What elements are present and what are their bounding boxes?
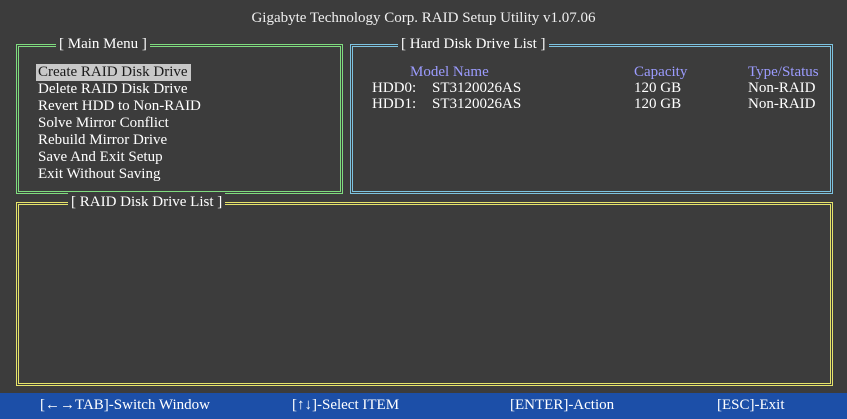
hint-exit: [ESC]-Exit — [717, 397, 785, 413]
menu-item-create-raid[interactable]: Create RAID Disk Drive — [36, 64, 191, 81]
raid-list-panel[interactable]: [ RAID Disk Drive List ] — [16, 193, 833, 386]
hdd-capacity: 120 GB — [634, 80, 682, 96]
hint-select-item: [↑↓]-Select ITEM — [292, 397, 400, 413]
menu-item-revert-hdd[interactable]: Revert HDD to Non-RAID — [36, 98, 204, 115]
hdd-list-legend: [ Hard Disk Drive List ] — [398, 35, 549, 53]
hdd-device: HDD1: — [372, 96, 417, 112]
hdd-model: ST3120026AS — [432, 96, 522, 112]
column-header-model: Model Name — [410, 64, 489, 80]
column-header-type: Type/Status — [748, 64, 819, 80]
hdd-device: HDD0: — [372, 80, 417, 96]
table-row[interactable]: HDD1: ST3120026AS 120 GB Non-RAID — [364, 96, 823, 112]
hdd-type-status: Non-RAID — [748, 96, 816, 112]
hdd-capacity: 120 GB — [634, 96, 682, 112]
menu-item-rebuild-mirror[interactable]: Rebuild Mirror Drive — [36, 132, 170, 149]
main-menu-list: Create RAID Disk Drive Delete RAID Disk … — [36, 64, 204, 183]
hdd-type-status: Non-RAID — [748, 80, 816, 96]
menu-item-delete-raid[interactable]: Delete RAID Disk Drive — [36, 81, 191, 98]
menu-item-save-exit[interactable]: Save And Exit Setup — [36, 149, 166, 166]
hint-action: [ENTER]-Action — [510, 397, 615, 413]
hdd-model: ST3120026AS — [432, 80, 522, 96]
raid-list-frame — [16, 202, 833, 386]
hint-switch-window: [←→TAB]-Switch Window — [40, 397, 210, 413]
hdd-table: Model Name Capacity Type/Status HDD0: ST… — [364, 64, 823, 112]
hdd-table-header: Model Name Capacity Type/Status — [364, 64, 823, 80]
main-menu-panel: [ Main Menu ] Create RAID Disk Drive Del… — [16, 35, 343, 194]
menu-item-solve-mirror-conflict[interactable]: Solve Mirror Conflict — [36, 115, 172, 132]
hdd-list-panel[interactable]: [ Hard Disk Drive List ] Model Name Capa… — [350, 35, 833, 194]
column-header-capacity: Capacity — [634, 64, 688, 80]
table-row[interactable]: HDD0: ST3120026AS 120 GB Non-RAID — [364, 80, 823, 96]
status-bar: [←→TAB]-Switch Window [↑↓]-Select ITEM [… — [0, 393, 847, 419]
main-menu-legend: [ Main Menu ] — [56, 35, 150, 53]
raid-list-legend: [ RAID Disk Drive List ] — [68, 193, 226, 211]
window-title: Gigabyte Technology Corp. RAID Setup Uti… — [251, 9, 596, 26]
menu-item-exit-without-saving[interactable]: Exit Without Saving — [36, 166, 163, 183]
